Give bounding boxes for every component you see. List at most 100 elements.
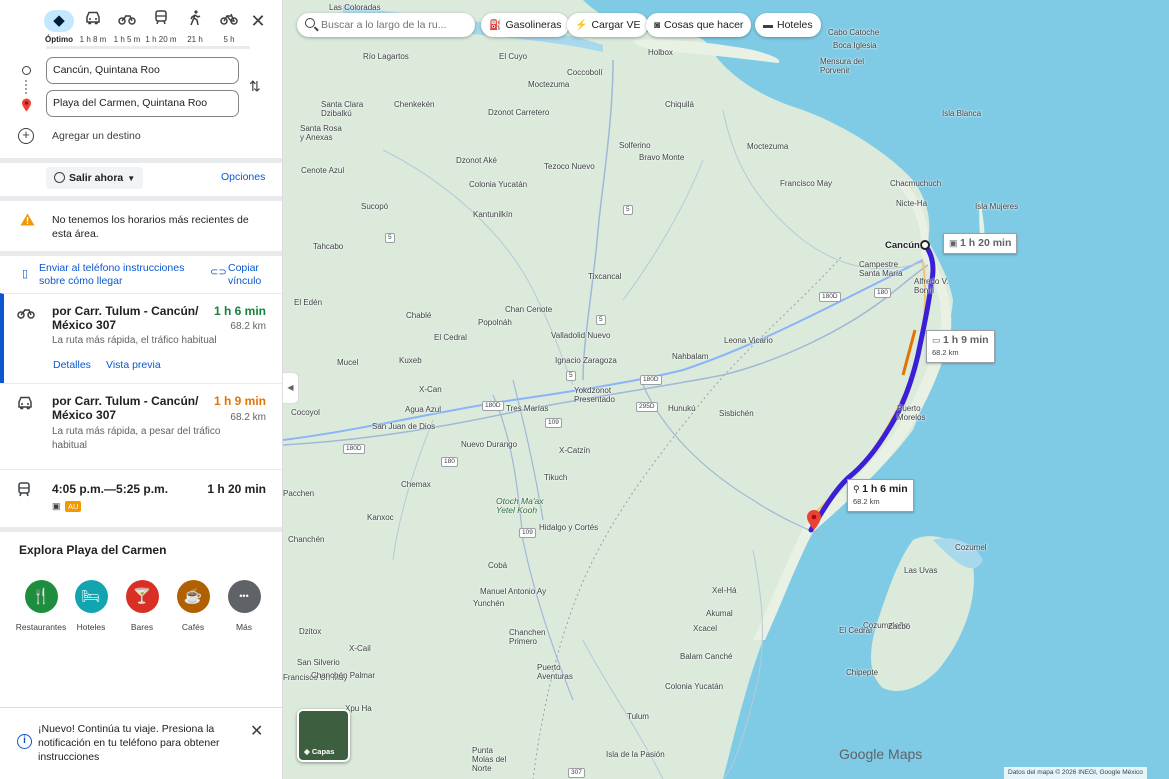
map-label: El Cedral <box>434 333 467 342</box>
dotted-connector <box>25 80 28 94</box>
callout-transit[interactable]: ▣ 1 h 20 min <box>943 233 1018 254</box>
origin-field[interactable]: Cancún, Quintana Roo <box>46 57 239 84</box>
destination-field[interactable]: Playa del Carmen, Quintana Roo <box>46 90 239 117</box>
route-option-motorcycle[interactable]: por Carr. Tulum - Cancún/ México 307 1 h… <box>0 293 282 383</box>
road-shield: 180 <box>874 288 891 298</box>
map-label-city: Cancún <box>885 240 920 251</box>
map-label: El Edén <box>294 298 323 307</box>
map-label: Tres Marías <box>506 404 549 413</box>
chip-ev-charging[interactable]: ⚡ Cargar VE <box>567 13 649 37</box>
map-label: Santa Clara Dzibalkú <box>321 100 364 118</box>
route-title: por Carr. Tulum - Cancún/ México 307 <box>52 394 199 422</box>
map-label: Isla Mujeres <box>975 202 1019 211</box>
map-label: Yokdzonot Presentado <box>574 386 615 404</box>
map-label: Francisco May <box>780 179 833 188</box>
coffee-cup-icon: ☕ <box>176 580 210 613</box>
layers-button[interactable]: ◈ Capas <box>297 709 350 762</box>
callout-distance: 68.2 km <box>932 348 959 357</box>
map-label: X-Catzín <box>559 446 591 455</box>
mode-motorcycle[interactable]: 1 h 5 m <box>110 8 144 46</box>
road-shield: 180D <box>482 401 504 411</box>
search-along-route[interactable]: Buscar a lo largo de la ru... <box>297 13 475 37</box>
google-maps-logo: Google Maps <box>839 746 923 762</box>
route-duration: 1 h 20 min <box>207 482 266 496</box>
map-label: Pacchen <box>283 489 315 498</box>
mode-scroll-bar[interactable] <box>46 46 250 49</box>
collapse-panel-button[interactable]: ◀ <box>283 372 299 404</box>
map-label: Yunchén <box>473 599 505 608</box>
layers-text: Capas <box>311 747 335 756</box>
mode-walk[interactable]: 21 h <box>178 8 212 46</box>
map-label: Chacmuchuch <box>890 179 942 188</box>
map-label: Cenote Azul <box>301 166 345 175</box>
map-canvas[interactable]: Las Coloradas Río Lagartos El Cuyo Chiqu… <box>283 0 1169 779</box>
mode-motorcycle-label: 1 h 5 m <box>113 35 141 44</box>
map-label: Tezoco Nuevo <box>544 162 595 171</box>
map-label: San Juan de Dios <box>372 422 436 431</box>
callout-car[interactable]: ▭ 1 h 9 min 68.2 km <box>926 330 995 363</box>
route-title: 4:05 p.m.—5:25 p.m. <box>52 482 169 496</box>
map-label: Sucopó <box>361 202 389 211</box>
chip-hotels[interactable]: ▬ Hoteles <box>755 13 821 37</box>
map-label: Chanchén <box>288 535 325 544</box>
route-option-car[interactable]: por Carr. Tulum - Cancún/ México 307 1 h… <box>0 383 282 469</box>
map-label: Zacbó <box>888 622 911 631</box>
notice-text: ¡Nuevo! Continúa tu viaje. Presiona la n… <box>38 723 220 763</box>
road-shield: 295D <box>636 402 658 412</box>
map-label: Boca Iglesia <box>833 41 877 50</box>
map-label: Chipepte <box>846 668 879 677</box>
swap-icon[interactable]: ⇅ <box>249 78 261 95</box>
walk-icon <box>180 10 210 32</box>
map-label: Tikuch <box>544 473 568 482</box>
map-label: Dzonot Carretero <box>488 108 550 117</box>
map-label: Mucel <box>337 358 359 367</box>
map-label: Dzitox <box>299 627 322 636</box>
mode-transit[interactable]: 1 h 20 m <box>144 8 178 46</box>
map-label: Akumal <box>706 609 733 618</box>
map-label: Manuel Antonio Ay <box>480 587 547 596</box>
map-label: Leona Vicario <box>724 336 773 345</box>
send-to-phone-link[interactable]: Enviar al teléfono instrucciones sobre c… <box>39 262 194 288</box>
map-label: Las Uvas <box>904 566 938 575</box>
callout-motorcycle[interactable]: ⚲ 1 h 6 min 68.2 km <box>847 479 914 512</box>
mode-walk-label: 21 h <box>187 35 203 44</box>
road-shield: 180D <box>343 444 365 454</box>
map-label: Solferino <box>619 141 651 150</box>
close-notice-icon[interactable]: ✕ <box>250 721 263 741</box>
map-label: El Cuyo <box>499 52 528 61</box>
add-destination-button[interactable]: + Agregar un destino <box>18 128 238 146</box>
fork-knife-icon: 🍴 <box>24 580 58 613</box>
road-shield: 109 <box>519 528 536 538</box>
motorcycle-icon <box>17 306 35 322</box>
search-placeholder: Buscar a lo largo de la ru... <box>321 19 447 31</box>
details-link[interactable]: Detalles <box>53 359 91 371</box>
copy-link-link[interactable]: Copiar vínculo <box>228 262 273 288</box>
chip-things-to-do[interactable]: ◙ Cosas que hacer <box>646 13 752 37</box>
callout-time: 1 h 6 min <box>862 483 908 495</box>
preview-link[interactable]: Vista previa <box>106 359 161 371</box>
depart-now-dropdown[interactable]: Salir ahora ▼ <box>46 167 144 189</box>
mode-best[interactable]: ◆ Óptimo <box>42 8 76 46</box>
travel-mode-bar: ◆ Óptimo 1 h 8 m 1 h 5 m 1 h 20 m 21 h 5… <box>40 8 250 48</box>
close-icon[interactable]: ✕ <box>249 12 267 30</box>
options-link[interactable]: Opciones <box>221 171 265 183</box>
map-label: San Silverio <box>297 658 340 667</box>
road-shield: 307 <box>568 768 585 778</box>
bus-icon: ▣ <box>52 501 61 511</box>
chip-gas-stations[interactable]: ⛽ Gasolineras <box>481 13 570 37</box>
route-title: por Carr. Tulum - Cancún/ México 307 <box>52 304 199 332</box>
mode-car[interactable]: 1 h 8 m <box>76 8 110 46</box>
map-label: X-Cail <box>349 644 371 653</box>
chip-label: Cosas que hacer <box>664 19 744 31</box>
mode-bicycle[interactable]: 5 h <box>212 8 246 46</box>
map-label: Holbox <box>648 48 673 57</box>
category-more[interactable]: ••• Más <box>214 580 274 632</box>
route-duration: 1 h 6 min <box>213 304 266 318</box>
mode-best-label: Óptimo <box>45 35 73 44</box>
app-window: ◆ Óptimo 1 h 8 m 1 h 5 m 1 h 20 m 21 h 5… <box>0 0 1169 779</box>
divider <box>0 158 282 163</box>
explore-title: Explora Playa del Carmen <box>19 543 167 557</box>
road-shield: 5 <box>566 371 576 381</box>
callout-time: 1 h 20 min <box>960 237 1012 249</box>
route-option-transit[interactable]: 4:05 p.m.—5:25 p.m. 1 h 20 min ▣ AU <box>0 469 282 527</box>
